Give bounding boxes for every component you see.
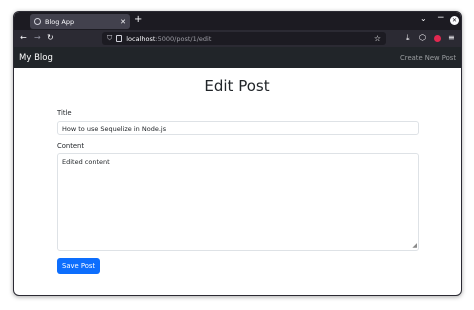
- reload-icon[interactable]: ↻: [47, 33, 54, 42]
- new-tab-button[interactable]: +: [134, 14, 142, 25]
- tab-title: Blog App: [45, 17, 75, 26]
- menu-icon[interactable]: ≡: [448, 33, 455, 42]
- main-content: Edit Post Title How to use Sequelize in …: [14, 68, 461, 295]
- tab-bar: Blog App ✕ + ⌄ − ✕: [14, 12, 461, 30]
- close-tab-icon[interactable]: ✕: [120, 18, 126, 26]
- chevron-down-icon[interactable]: ⌄: [420, 14, 427, 23]
- content-label: Content: [57, 142, 85, 150]
- page-title: Edit Post: [204, 77, 270, 95]
- url-path: :5000/post/1/edit: [155, 34, 212, 43]
- content-text: Edited content: [62, 158, 110, 166]
- title-label: Title: [57, 109, 72, 117]
- url-text[interactable]: localhost:5000/post/1/edit: [126, 35, 374, 43]
- browser-tab[interactable]: Blog App ✕: [30, 14, 130, 29]
- url-host: localhost: [126, 34, 156, 43]
- download-icon[interactable]: ⤓: [406, 33, 410, 43]
- page-info-icon[interactable]: [116, 35, 123, 42]
- bookmark-star-icon[interactable]: ☆: [374, 34, 381, 43]
- content-textarea[interactable]: Edited content ◢: [57, 153, 419, 251]
- extension-badge-icon[interactable]: [434, 35, 441, 42]
- address-bar[interactable]: ⛉ localhost:5000/post/1/edit ☆: [102, 32, 386, 45]
- minimize-icon[interactable]: −: [437, 13, 445, 23]
- app-navbar: My Blog Create New Post: [14, 47, 461, 68]
- globe-icon: [34, 18, 41, 25]
- brand-link[interactable]: My Blog: [19, 53, 53, 63]
- forward-icon[interactable]: →: [34, 33, 41, 42]
- shield-icon[interactable]: ⛉: [107, 34, 112, 43]
- browser-window: Blog App ✕ + ⌄ − ✕ ← → ↻ ⛉ localhost:500…: [13, 11, 462, 296]
- close-window-icon[interactable]: ✕: [450, 16, 459, 25]
- title-input[interactable]: How to use Sequelize in Node.js: [57, 121, 419, 135]
- back-icon[interactable]: ←: [20, 33, 27, 42]
- resize-handle-icon[interactable]: ◢: [412, 242, 417, 249]
- extensions-icon[interactable]: ⬡: [419, 33, 426, 42]
- browser-toolbar: ← → ↻ ⛉ localhost:5000/post/1/edit ☆ ⤓ ⬡…: [14, 30, 461, 47]
- save-post-button[interactable]: Save Post: [57, 258, 101, 274]
- create-new-post-link[interactable]: Create New Post: [400, 54, 456, 62]
